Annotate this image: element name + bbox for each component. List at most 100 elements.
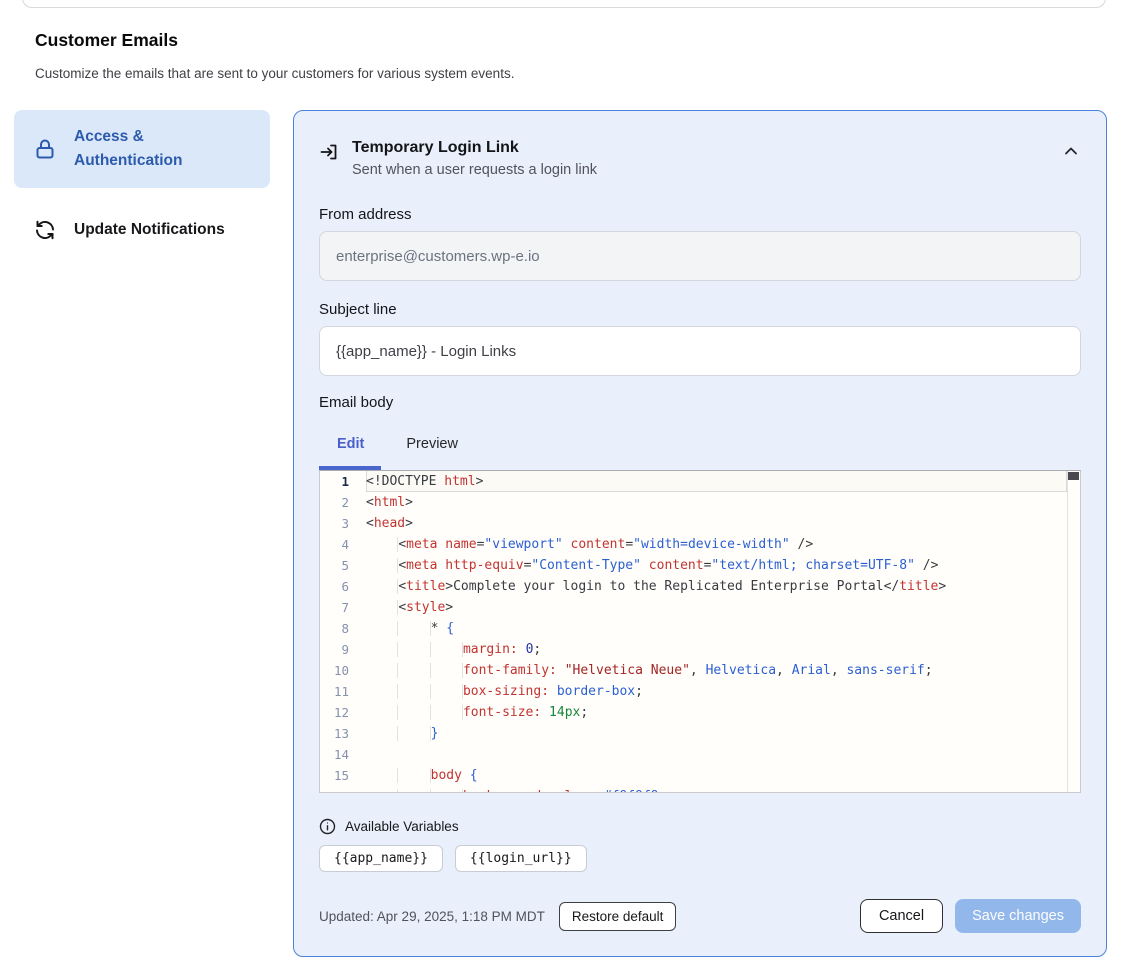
code-token: > [405, 516, 413, 531]
code-token: <!DOCTYPE [366, 474, 444, 489]
code-text [366, 744, 1067, 765]
line-number: 14 [320, 744, 366, 765]
collapse-section-button[interactable] [1061, 143, 1081, 162]
indent-guide [397, 642, 429, 657]
line-number: 12 [320, 702, 366, 723]
login-icon [319, 142, 339, 162]
from-address-input[interactable] [319, 231, 1081, 281]
indent-guide [430, 684, 462, 699]
code-line: 2<html> [320, 492, 1067, 513]
code-token: body [431, 768, 462, 783]
code-text: margin: 0; [366, 639, 1067, 660]
line-number: 3 [320, 513, 366, 534]
code-token: border-box [557, 684, 635, 699]
line-number: 2 [320, 492, 366, 513]
code-token: head [374, 516, 405, 531]
indent-guide [366, 726, 397, 741]
indent-guide [366, 768, 397, 783]
code-token: >Complete your login to the Replicated E… [445, 579, 899, 594]
code-line: 5 <meta http-equiv="Content-Type" conten… [320, 555, 1067, 576]
email-body-code-editor[interactable]: 1<!DOCTYPE html>2<html>3<head>4 <meta na… [319, 470, 1081, 793]
indent-guide [366, 789, 397, 793]
sidebar-item-update-notifications[interactable]: Update Notifications [14, 206, 270, 254]
code-line: 9 margin: 0; [320, 639, 1067, 660]
code-token: < [366, 495, 374, 510]
restore-default-button[interactable]: Restore default [559, 902, 677, 931]
line-number: 15 [320, 765, 366, 786]
code-token: #f9f9f9 [604, 789, 659, 793]
previous-card-edge [22, 0, 1106, 8]
code-token: = [625, 537, 633, 552]
code-token: Arial [792, 663, 831, 678]
code-line: 4 <meta name="viewport" content="width=d… [320, 534, 1067, 555]
indent-guide [366, 600, 397, 615]
indent-guide [430, 789, 462, 793]
line-number: 11 [320, 681, 366, 702]
indent-guide [397, 768, 429, 783]
variable-chip-app-name[interactable]: {{app_name}} [319, 845, 443, 872]
code-token: style [406, 600, 445, 615]
code-token: title [406, 579, 445, 594]
code-token: font-size: [463, 705, 541, 720]
code-text: font-family: "Helvetica Neue", Helvetica… [366, 660, 1067, 681]
indent-guide [430, 642, 462, 657]
line-number: 9 [320, 639, 366, 660]
code-text: <html> [366, 492, 1067, 513]
editor-scrollbar[interactable] [1067, 471, 1080, 792]
indent-guide [430, 663, 462, 678]
email-body-tabs: Edit Preview [319, 436, 1081, 452]
code-token: margin: [463, 642, 518, 657]
refresh-icon [33, 218, 57, 242]
code-token: } [431, 726, 439, 741]
indent-guide [366, 642, 397, 657]
indent-guide [366, 705, 397, 720]
variable-chips: {{app_name}} {{login_url}} [319, 845, 1081, 872]
tab-preview[interactable]: Preview [406, 436, 458, 452]
sidebar-item-access-authentication[interactable]: Access & Authentication [14, 110, 270, 188]
variable-chip-login-url[interactable]: {{login_url}} [455, 845, 587, 872]
code-token: { [446, 621, 454, 636]
line-number: 8 [320, 618, 366, 639]
indent-guide [397, 621, 429, 636]
line-number: 6 [320, 576, 366, 597]
code-token: name [445, 537, 476, 552]
code-line: 12 font-size: 14px; [320, 702, 1067, 723]
available-variables-label: Available Variables [345, 819, 459, 834]
code-token: Helvetica [706, 663, 776, 678]
code-line: 3<head> [320, 513, 1067, 534]
code-token: "Helvetica Neue" [565, 663, 690, 678]
code-text: <head> [366, 513, 1067, 534]
code-token: title [899, 579, 938, 594]
code-token: ; [580, 705, 588, 720]
code-token: < [398, 537, 406, 552]
code-token [541, 705, 549, 720]
code-line: 14 [320, 744, 1067, 765]
code-line: 1<!DOCTYPE html> [320, 471, 1067, 492]
code-token: meta [406, 558, 437, 573]
code-token: < [366, 516, 374, 531]
code-token: > [938, 579, 946, 594]
info-icon [319, 818, 336, 835]
code-lines: 1<!DOCTYPE html>2<html>3<head>4 <meta na… [320, 471, 1067, 793]
panel-title: Temporary Login Link [352, 137, 1048, 159]
code-token: background-color: [463, 789, 596, 793]
code-token: ; [659, 789, 667, 793]
indent-guide [397, 705, 429, 720]
code-token [462, 768, 470, 783]
code-text: font-size: 14px; [366, 702, 1067, 723]
code-token: font-family: [463, 663, 557, 678]
code-token: "text/html; charset=UTF-8" [711, 558, 915, 573]
subject-line-input[interactable] [319, 326, 1081, 376]
cancel-button[interactable]: Cancel [860, 899, 943, 933]
code-token: , [690, 663, 706, 678]
code-text: body { [366, 765, 1067, 786]
line-number: 16 [320, 786, 366, 793]
updated-timestamp: Updated: Apr 29, 2025, 1:18 PM MDT [319, 909, 545, 924]
indent-guide [397, 684, 429, 699]
save-changes-button[interactable]: Save changes [955, 899, 1081, 933]
editor-scrollbar-thumb[interactable] [1068, 472, 1079, 480]
code-token: content [649, 558, 704, 573]
tab-edit[interactable]: Edit [337, 436, 364, 452]
code-token: > [476, 474, 484, 489]
code-token [549, 684, 557, 699]
